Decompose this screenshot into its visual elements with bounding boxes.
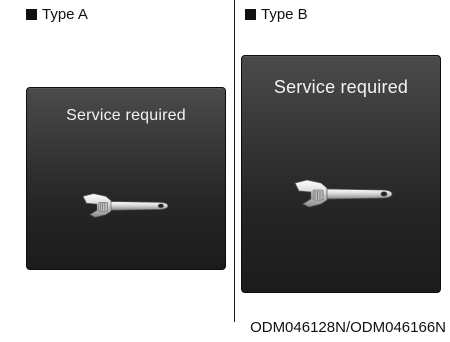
type-b-service-message: Service required [273, 77, 409, 97]
type-b-display-panel: Service required [241, 55, 441, 293]
figure-page: Type A Type B Service required Service r… [0, 0, 450, 342]
vertical-divider [234, 0, 235, 322]
figure-code: ODM046128N/ODM046166N [250, 319, 446, 336]
type-a-label: Type A [42, 6, 88, 23]
bullet-square-icon [245, 9, 256, 20]
wrench-icon [82, 193, 169, 218]
type-b-label: Type B [261, 6, 308, 23]
type-a-display-panel: Service required [26, 87, 226, 270]
type-b-heading: Type B [245, 6, 308, 23]
type-a-heading: Type A [26, 6, 88, 23]
wrench-icon [294, 179, 393, 208]
type-a-service-message: Service required [66, 107, 186, 124]
bullet-square-icon [26, 9, 37, 20]
